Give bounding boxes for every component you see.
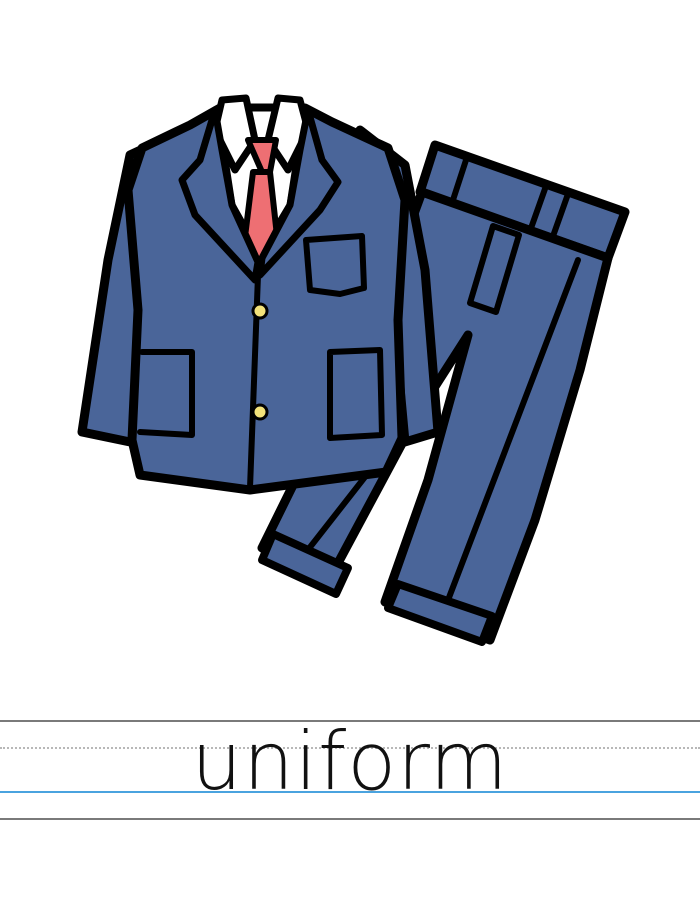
jacket-button-bottom (251, 403, 269, 421)
jacket-button-top (251, 302, 269, 320)
bottom-line (0, 818, 700, 820)
jacket (77, 94, 443, 495)
uniform-illustration (77, 94, 630, 646)
handwriting-lines: uniform (0, 710, 700, 830)
vocabulary-word: uniform (191, 715, 509, 808)
